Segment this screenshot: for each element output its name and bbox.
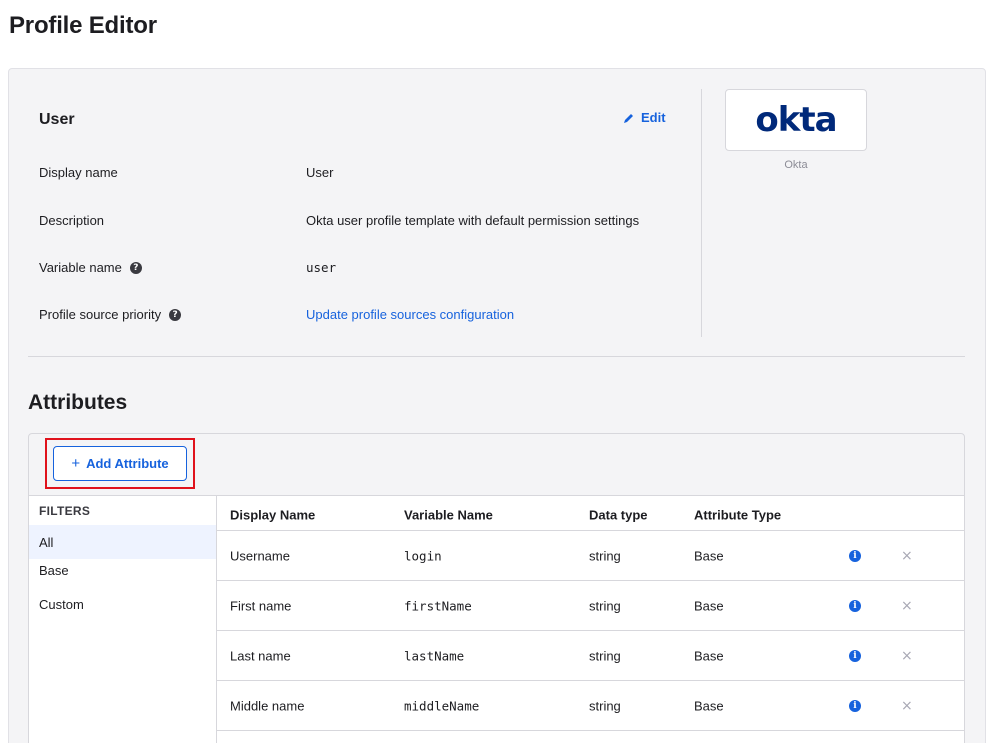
update-profile-sources-link[interactable]: Update profile sources configuration bbox=[306, 307, 514, 322]
display-name-value: User bbox=[306, 165, 334, 180]
cell-attribute-type: Base bbox=[694, 548, 724, 563]
table-header: Display Name Variable Name Data type Att… bbox=[217, 496, 964, 531]
variable-name-label: Variable name ? bbox=[39, 260, 142, 275]
question-circle-icon[interactable]: ? bbox=[129, 261, 142, 274]
cell-variable-name: middleName bbox=[404, 698, 480, 713]
cell-data-type: string bbox=[589, 598, 621, 613]
column-header-attribute-type[interactable]: Attribute Type bbox=[694, 508, 781, 523]
info-circle-icon[interactable]: i bbox=[849, 699, 861, 712]
close-icon[interactable]: × bbox=[901, 598, 913, 614]
cell-display-name: Middle name bbox=[230, 698, 305, 713]
filter-item-custom[interactable]: Custom bbox=[29, 593, 216, 627]
edit-button[interactable]: Edit bbox=[623, 110, 666, 125]
table-row: Last name lastName string Base i × bbox=[217, 631, 964, 681]
cell-display-name: Username bbox=[230, 548, 290, 563]
close-icon[interactable]: × bbox=[901, 548, 913, 564]
filters-header: FILTERS bbox=[39, 504, 91, 518]
add-attribute-highlight: + Add Attribute bbox=[45, 438, 195, 489]
table-row: Middle name middleName string Base i × bbox=[217, 681, 964, 731]
cell-display-name: Last name bbox=[230, 648, 291, 663]
vertical-divider bbox=[701, 89, 702, 337]
close-icon[interactable]: × bbox=[901, 698, 913, 714]
cell-variable-name: login bbox=[404, 548, 442, 563]
filters-panel: FILTERS All Base Custom bbox=[29, 495, 217, 743]
profile-title: User bbox=[39, 111, 75, 128]
section-divider bbox=[28, 356, 965, 357]
filter-item-base[interactable]: Base bbox=[29, 559, 216, 593]
profile-source-priority-label: Profile source priority ? bbox=[39, 307, 182, 322]
cell-attribute-type: Base bbox=[694, 598, 724, 613]
cell-attribute-type: Base bbox=[694, 698, 724, 713]
profile-card: User Edit Display name User Description … bbox=[8, 68, 986, 743]
cell-attribute-type: Base bbox=[694, 648, 724, 663]
table-row: Username login string Base i × bbox=[217, 531, 964, 581]
page-title: Profile Editor bbox=[9, 12, 157, 39]
plus-icon: + bbox=[71, 455, 81, 472]
attributes-title: Attributes bbox=[28, 391, 128, 414]
info-circle-icon[interactable]: i bbox=[849, 549, 861, 562]
description-value: Okta user profile template with default … bbox=[306, 213, 640, 228]
cell-data-type: string bbox=[589, 648, 621, 663]
info-circle-icon[interactable]: i bbox=[849, 649, 861, 662]
question-circle-icon[interactable]: ? bbox=[169, 308, 182, 321]
add-attribute-button[interactable]: + Add Attribute bbox=[53, 446, 187, 481]
attributes-panel: + Add Attribute FILTERS All Base Custom … bbox=[28, 433, 965, 743]
pencil-icon bbox=[624, 113, 633, 123]
display-name-label: Display name bbox=[39, 165, 118, 180]
app-name: Okta bbox=[784, 159, 808, 171]
edit-button-label: Edit bbox=[641, 110, 666, 125]
variable-name-value: user bbox=[306, 260, 337, 275]
column-header-variable-name[interactable]: Variable Name bbox=[404, 508, 493, 523]
cell-data-type: string bbox=[589, 548, 621, 563]
cell-variable-name: firstName bbox=[404, 598, 472, 613]
app-logo: okta bbox=[725, 89, 867, 151]
attributes-table: Display Name Variable Name Data type Att… bbox=[217, 495, 964, 743]
column-header-display-name[interactable]: Display Name bbox=[230, 508, 315, 523]
info-circle-icon[interactable]: i bbox=[849, 599, 861, 612]
cell-display-name: First name bbox=[230, 598, 292, 613]
table-row: First name firstName string Base i × bbox=[217, 581, 964, 631]
column-header-data-type[interactable]: Data type bbox=[589, 508, 648, 523]
filter-item-all[interactable]: All bbox=[29, 525, 216, 559]
cell-data-type: string bbox=[589, 698, 621, 713]
okta-logo-text: okta bbox=[755, 100, 837, 140]
add-attribute-label: Add Attribute bbox=[86, 456, 169, 471]
cell-variable-name: lastName bbox=[404, 648, 465, 663]
close-icon[interactable]: × bbox=[901, 648, 913, 664]
description-label: Description bbox=[39, 213, 105, 228]
